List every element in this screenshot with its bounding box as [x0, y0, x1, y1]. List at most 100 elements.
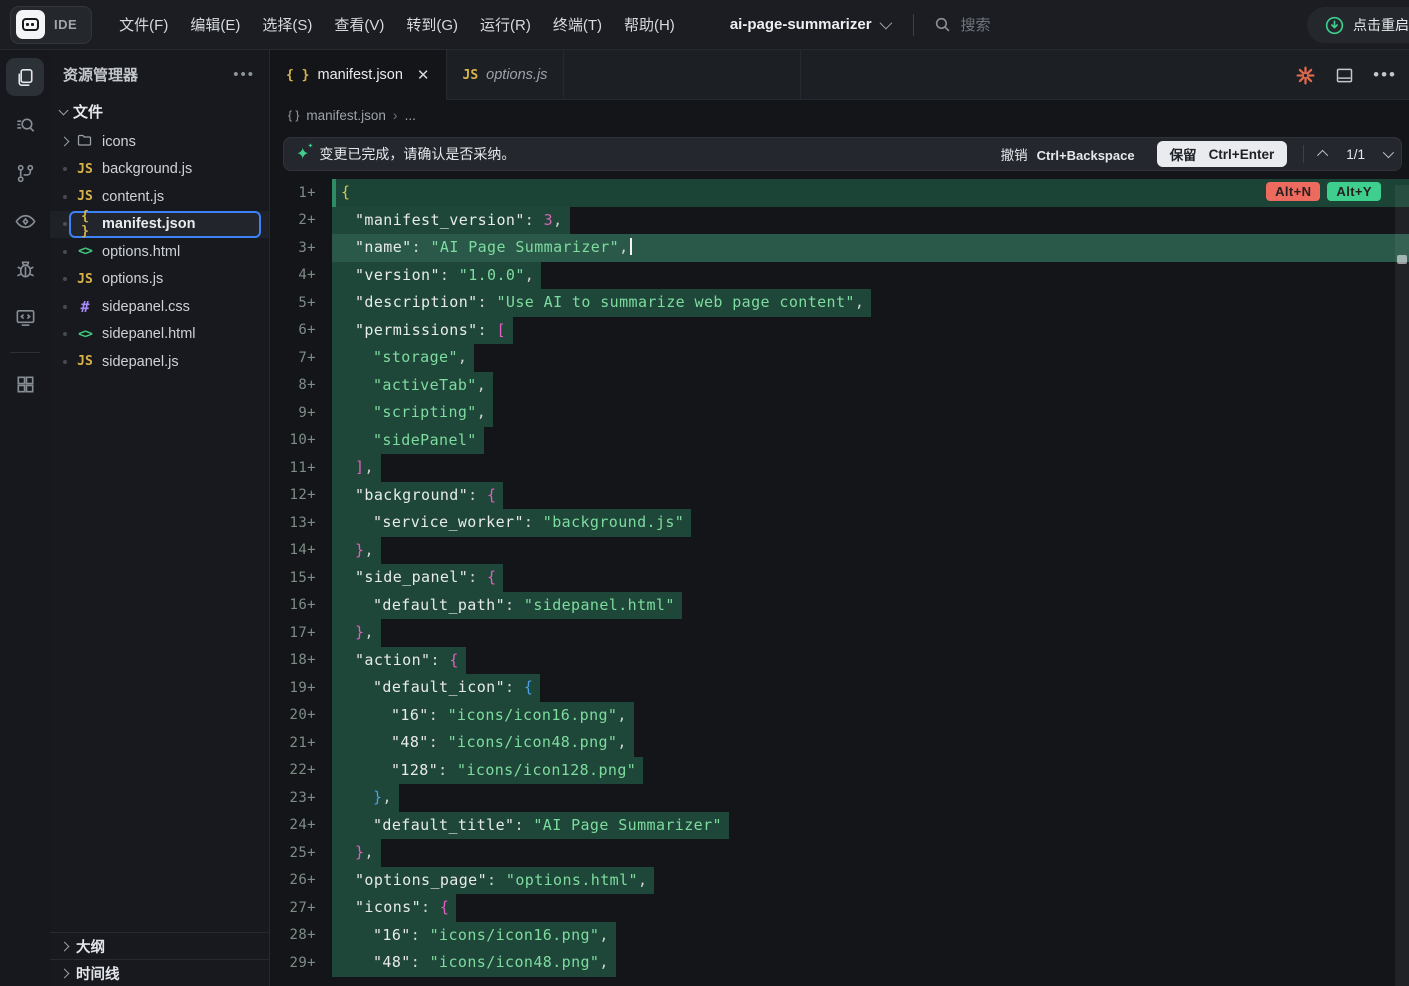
code-line[interactable]: 29+"48": "icons/icon48.png", [270, 949, 1409, 977]
code-line[interactable]: 24+"default_title": "AI Page Summarizer" [270, 812, 1409, 840]
code-line[interactable]: 25+}, [270, 839, 1409, 867]
code-line[interactable]: 26+"options_page": "options.html", [270, 867, 1409, 895]
code-line[interactable]: 6+"permissions": [ [270, 317, 1409, 345]
token: : [429, 706, 448, 724]
scrollbar-thumb[interactable] [1397, 255, 1407, 264]
code-line[interactable]: 21+"48": "icons/icon48.png", [270, 729, 1409, 757]
code-line[interactable]: 2+"manifest_version": 3, [270, 207, 1409, 235]
activity-debug-icon[interactable] [6, 250, 44, 288]
app-logo[interactable]: IDE [10, 6, 92, 44]
file-item-sidepanel-js[interactable]: JSsidepanel.js [50, 348, 269, 376]
app-logo-icon [16, 10, 45, 39]
sidebar-section-timeline[interactable]: 时间线 [50, 959, 269, 986]
undo-button[interactable]: 撤销 Ctrl+Backspace [1001, 144, 1135, 164]
close-icon[interactable]: ✕ [417, 66, 430, 84]
code-line[interactable]: 14+}, [270, 537, 1409, 565]
keep-button[interactable]: 保留 Ctrl+Enter [1157, 141, 1288, 167]
file-item-background-js[interactable]: JSbackground.js [50, 156, 269, 184]
code-line[interactable]: 8+"activeTab", [270, 372, 1409, 400]
code-line[interactable]: 9+"scripting", [270, 399, 1409, 427]
code-line[interactable]: 27+"icons": { [270, 894, 1409, 922]
code-line[interactable]: 10+"sidePanel" [270, 427, 1409, 455]
next-change-icon[interactable] [1383, 147, 1394, 158]
tab-options-js[interactable]: JS options.js [447, 50, 565, 100]
file-item-manifest-json[interactable]: { }manifest.json [50, 211, 269, 239]
global-search[interactable]: 搜索 [934, 14, 991, 35]
menu-item[interactable]: 终端(T) [542, 8, 613, 41]
token: : [411, 953, 430, 971]
code-line[interactable]: 20+"16": "icons/icon16.png", [270, 702, 1409, 730]
tab-manifest-json[interactable]: { } manifest.json ✕ [270, 50, 447, 100]
chevron-down-icon [59, 105, 69, 115]
diff-shortcut-badges: Alt+N Alt+Y [1266, 182, 1381, 201]
menu-item[interactable]: 转到(G) [395, 8, 469, 41]
code-line[interactable]: 3+"name": "AI Page Summarizer", [270, 234, 1409, 262]
token: , [477, 376, 486, 394]
line-number: 11+ [270, 460, 332, 476]
code-line[interactable]: 16+"default_path": "sidepanel.html" [270, 592, 1409, 620]
token: { [449, 651, 458, 669]
file-item-options-html[interactable]: <>options.html [50, 238, 269, 266]
project-selector[interactable]: ai-page-summarizer [730, 16, 889, 33]
diff-added-highlight: "128": "icons/icon128.png" [332, 757, 643, 785]
menu-item[interactable]: 选择(S) [251, 8, 323, 41]
menu-item[interactable]: 查看(V) [323, 8, 395, 41]
file-item-icons[interactable]: icons [50, 128, 269, 156]
file-item-content-js[interactable]: JScontent.js [50, 183, 269, 211]
editor-scrollbar[interactable] [1395, 185, 1409, 986]
file-item-options-js[interactable]: JSoptions.js [50, 266, 269, 294]
code-line[interactable]: 7+"storage", [270, 344, 1409, 372]
json-file-icon: { } [286, 68, 309, 83]
menu-item[interactable]: 编辑(E) [179, 8, 251, 41]
code-line[interactable]: 12+"background": { [270, 482, 1409, 510]
activity-watch-icon[interactable] [6, 202, 44, 240]
file-item-sidepanel-html[interactable]: <>sidepanel.html [50, 321, 269, 349]
token: , [364, 541, 373, 559]
code-line[interactable]: 19+"default_icon": { [270, 674, 1409, 702]
sidebar-section-outline[interactable]: 大纲 [50, 932, 269, 959]
activity-extensions-icon[interactable] [6, 365, 44, 403]
code-line[interactable]: 17+}, [270, 619, 1409, 647]
code-line[interactable]: 22+"128": "icons/icon128.png" [270, 757, 1409, 785]
activity-search-icon[interactable] [6, 106, 44, 144]
code-line[interactable]: 28+"16": "icons/icon16.png", [270, 922, 1409, 950]
token: "permissions" [355, 321, 478, 339]
code-editor[interactable]: 1+{Alt+NAlt+Y2+"manifest_version": 3,3+"… [270, 179, 1409, 977]
code-line[interactable]: 4+"version": "1.0.0", [270, 262, 1409, 290]
activity-explorer-icon[interactable] [6, 58, 44, 96]
restart-to-update-button[interactable]: 点击重启以更新 [1307, 7, 1409, 43]
keep-label: 保留 [1170, 144, 1197, 164]
file-name: sidepanel.css [102, 299, 190, 315]
code-line[interactable]: 15+"side_panel": { [270, 564, 1409, 592]
file-marker-dot [63, 250, 67, 254]
token: "AI Page Summarizer" [533, 816, 722, 834]
code-line[interactable]: 23+}, [270, 784, 1409, 812]
accept-badge[interactable]: Alt+Y [1327, 182, 1381, 201]
code-line[interactable]: 5+"description": "Use AI to summarize we… [270, 289, 1409, 317]
split-editor-icon[interactable] [1334, 65, 1355, 86]
menu-item[interactable]: 文件(F) [108, 8, 179, 41]
file-name: icons [102, 134, 136, 150]
files-section-header[interactable]: 文件 [50, 95, 269, 128]
code-line[interactable]: 11+], [270, 454, 1409, 482]
menu-item[interactable]: 帮助(H) [613, 8, 686, 41]
previous-change-icon[interactable] [1317, 150, 1328, 161]
code-line[interactable]: 18+"action": { [270, 647, 1409, 675]
explorer-more-icon[interactable]: ••• [233, 72, 255, 78]
code-line[interactable]: 1+{Alt+NAlt+Y [270, 179, 1409, 207]
menu-item[interactable]: 运行(R) [469, 8, 542, 41]
file-item-sidepanel-css[interactable]: #sidepanel.css [50, 293, 269, 321]
activity-source-control-icon[interactable] [6, 154, 44, 192]
diff-added-highlight: "sidePanel" [332, 427, 484, 455]
breadcrumb[interactable]: { } manifest.json › ... [270, 100, 1409, 130]
reject-badge[interactable]: Alt+N [1266, 182, 1320, 201]
code-line[interactable]: 13+"service_worker": "background.js" [270, 509, 1409, 537]
diff-added-highlight: "16": "icons/icon16.png", [332, 922, 616, 950]
diff-added-highlight: "16": "icons/icon16.png", [332, 702, 634, 730]
line-number: 7+ [270, 350, 332, 366]
token: "activeTab" [373, 376, 477, 394]
editor-more-icon[interactable]: ••• [1373, 72, 1397, 78]
ai-assistant-icon[interactable] [1295, 65, 1316, 86]
token: "16" [373, 926, 411, 944]
activity-remote-window-icon[interactable] [6, 298, 44, 336]
